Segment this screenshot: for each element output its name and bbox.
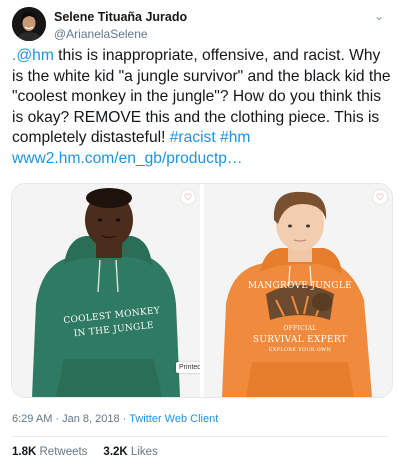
- chevron-down-icon[interactable]: ⌄: [374, 9, 384, 23]
- hashtag-racist-link[interactable]: #racist: [170, 129, 216, 146]
- tweet-time[interactable]: 6:29 AM: [12, 413, 52, 425]
- hoodie-text-line3: SURVIVAL EXPERT: [253, 335, 347, 345]
- boy-green-hoodie-image: COOLEST MONKEY IN THE JUNGLE: [12, 184, 200, 397]
- tweet-stats: 1.8K Retweets 3.2K Likes: [12, 446, 158, 458]
- mention-link[interactable]: .@hm: [12, 47, 54, 64]
- product-url-link[interactable]: www2.hm.com/en_gb/productp…: [12, 150, 243, 167]
- divider: [12, 436, 388, 437]
- retweets-label: Retweets: [39, 446, 88, 458]
- author-name[interactable]: Selene Tituaña Jurado: [54, 10, 187, 24]
- tweet-media[interactable]: COOLEST MONKEY IN THE JUNGLE ♡ Printed M…: [11, 183, 393, 398]
- meta-separator: ·: [52, 413, 63, 425]
- author-handle[interactable]: @ArianelaSelene: [54, 27, 148, 41]
- printed-tag: Printed: [176, 362, 200, 373]
- hashtag-hm-link[interactable]: #hm: [220, 129, 250, 146]
- retweets-stat[interactable]: 1.8K Retweets: [12, 446, 87, 458]
- tweet-meta: 6:29 AM · Jan 8, 2018 · Twitter Web Clie…: [12, 413, 218, 425]
- avatar[interactable]: [12, 7, 46, 41]
- hoodie-text-line1: MANGROVE JUNGLE: [248, 281, 352, 291]
- likes-stat[interactable]: 3.2K Likes: [103, 446, 157, 458]
- likes-count: 3.2K: [103, 446, 128, 458]
- tweet-source-link[interactable]: Twitter Web Client: [129, 413, 218, 425]
- media-image-right[interactable]: MANGROVE JUNGLE OFFICIAL SURVIVAL EXPERT…: [204, 184, 392, 397]
- heart-icon[interactable]: ♡: [180, 189, 196, 205]
- hoodie-text-line4: EXPLORE YOUR OWN: [269, 347, 332, 353]
- tweet-header: Selene Tituaña Jurado @ArianelaSelene ⌄: [12, 7, 392, 43]
- boy-orange-hoodie-image: MANGROVE JUNGLE OFFICIAL SURVIVAL EXPERT…: [204, 184, 392, 397]
- heart-icon[interactable]: ♡: [372, 189, 388, 205]
- tweet-card: Selene Tituaña Jurado @ArianelaSelene ⌄ …: [0, 0, 400, 469]
- tweet-text: .@hm this is inappropriate, offensive, a…: [12, 46, 394, 170]
- media-image-left[interactable]: COOLEST MONKEY IN THE JUNGLE ♡ Printed: [12, 184, 200, 397]
- retweets-count: 1.8K: [12, 446, 37, 458]
- hoodie-text-line2: OFFICIAL: [283, 325, 316, 332]
- avatar-image: [12, 7, 46, 41]
- likes-label: Likes: [130, 446, 158, 458]
- tweet-date[interactable]: Jan 8, 2018: [62, 413, 120, 425]
- meta-separator: ·: [119, 413, 130, 425]
